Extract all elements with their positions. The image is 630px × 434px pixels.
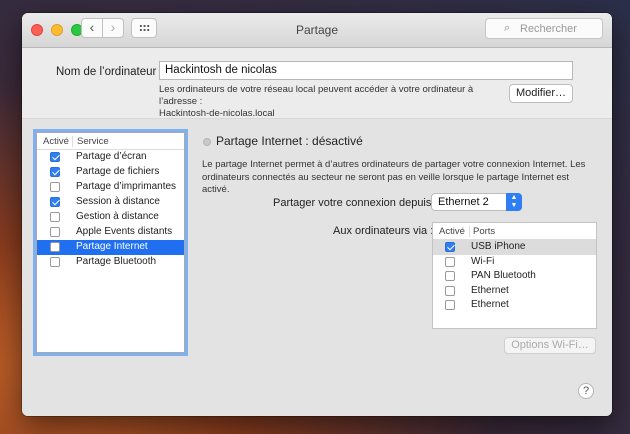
service-checkbox[interactable]	[50, 257, 60, 267]
preferences-window: ‹ › Partage ⌕ Rechercher Nom de l’ordina…	[22, 13, 612, 416]
updown-arrows-icon: ▲ ▼	[506, 193, 522, 211]
port-name: Ethernet	[471, 299, 509, 310]
status-indicator-icon	[203, 138, 211, 146]
port-row[interactable]: Wi-Fi	[433, 255, 596, 270]
wifi-options-button[interactable]: Options Wi-Fi…	[504, 337, 596, 354]
service-row[interactable]: Partage d’écran	[37, 150, 184, 165]
ports-header: Activé Ports	[433, 223, 596, 240]
service-name: Partage Internet	[76, 241, 148, 252]
service-row[interactable]: Partage de fichiers	[37, 165, 184, 180]
services-header: Activé Service	[37, 133, 184, 150]
service-checkbox[interactable]	[50, 227, 60, 237]
computer-name-field[interactable]: Hackintosh de nicolas	[159, 61, 573, 80]
ports-col-ports: Ports	[469, 226, 495, 237]
port-name: PAN Bluetooth	[471, 270, 536, 281]
service-checkbox[interactable]	[50, 167, 60, 177]
service-name: Partage d’imprimantes	[76, 181, 177, 192]
port-name: Wi-Fi	[471, 255, 495, 267]
service-row[interactable]: Apple Events distants	[37, 225, 184, 240]
search-input[interactable]: ⌕ Rechercher	[485, 18, 603, 39]
service-checkbox[interactable]	[50, 152, 60, 162]
service-name: Partage de fichiers	[76, 166, 160, 177]
port-checkbox[interactable]	[445, 285, 455, 296]
port-name: USB iPhone	[471, 241, 526, 252]
service-row[interactable]: Gestion à distance	[37, 210, 184, 225]
service-row[interactable]: Session à distance	[37, 195, 184, 210]
service-checkbox[interactable]	[50, 242, 60, 252]
service-name: Partage d’écran	[76, 151, 147, 162]
service-name: Apple Events distants	[76, 226, 173, 237]
port-checkbox[interactable]	[445, 271, 455, 281]
port-checkbox[interactable]	[445, 242, 455, 252]
titlebar: ‹ › Partage ⌕ Rechercher	[22, 13, 612, 48]
service-checkbox[interactable]	[50, 212, 60, 222]
service-description: Le partage Internet permet à d’autres or…	[202, 159, 586, 195]
port-row[interactable]: Ethernet	[433, 284, 596, 299]
address-text: Les ordinateurs de votre réseau local pe…	[159, 84, 509, 120]
share-from-popup[interactable]: Ethernet 2 ▲ ▼	[431, 193, 522, 211]
port-checkbox[interactable]	[445, 256, 455, 267]
port-row[interactable]: PAN Bluetooth	[433, 269, 596, 284]
share-from-label: Partager votre connexion depuis :	[273, 197, 438, 209]
search-icon: ⌕	[504, 22, 511, 34]
port-row[interactable]: USB iPhone	[433, 240, 596, 255]
ports-col-enabled: Activé	[439, 226, 465, 237]
service-name: Gestion à distance	[76, 211, 159, 222]
port-name: Ethernet	[471, 284, 509, 296]
address-line-1: Les ordinateurs de votre réseau local pe…	[159, 84, 474, 107]
services-list: Activé Service Partage d’écran Partage de…	[36, 132, 185, 353]
service-row[interactable]: Partage Internet	[37, 240, 184, 255]
ports-list: Activé Ports USB iPhone Wi-Fi PAN Bluetoot…	[432, 222, 597, 329]
share-from-value: Ethernet 2	[438, 196, 489, 208]
help-button[interactable]: ?	[578, 383, 594, 399]
modify-button[interactable]: Modifier…	[509, 84, 573, 103]
service-checkbox[interactable]	[50, 182, 60, 192]
computer-name-section: Nom de l’ordinateur : Hackintosh de nico…	[22, 48, 612, 119]
sharing-pane: Activé Service Partage d’écran Partage de…	[22, 119, 612, 416]
service-row[interactable]: Partage d’imprimantes	[37, 180, 184, 195]
service-checkbox[interactable]	[50, 197, 60, 207]
services-col-enabled: Activé	[43, 136, 69, 147]
port-checkbox[interactable]	[445, 300, 455, 310]
via-label: Aux ordinateurs via :	[333, 225, 434, 237]
service-status: Partage Internet : désactivé	[216, 134, 363, 148]
services-col-service: Service	[72, 136, 109, 147]
service-row[interactable]: Partage Bluetooth	[37, 255, 184, 270]
computer-name-label: Nom de l’ordinateur :	[56, 66, 163, 78]
service-name: Session à distance	[76, 196, 160, 207]
port-row[interactable]: Ethernet	[433, 298, 596, 313]
content: Nom de l’ordinateur : Hackintosh de nico…	[22, 48, 612, 416]
search-placeholder: Rechercher	[520, 23, 577, 35]
service-name: Partage Bluetooth	[76, 256, 157, 267]
